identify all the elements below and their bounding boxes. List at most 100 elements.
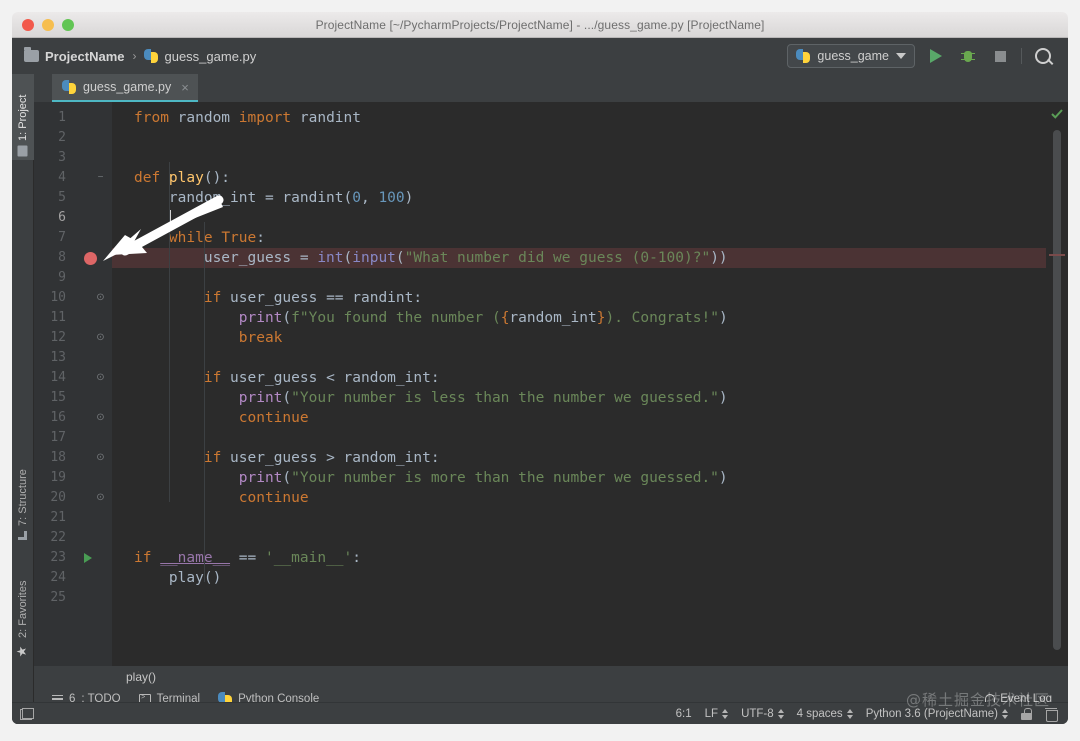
code-line[interactable]: print("Your number is less than the numb… <box>112 388 1046 408</box>
line-number: 8 <box>58 250 66 265</box>
code-line[interactable] <box>112 128 1046 148</box>
code-line[interactable]: print("Your number is more than the numb… <box>112 468 1046 488</box>
code-token: '__main__' <box>264 550 353 566</box>
code-token: ) <box>718 470 728 486</box>
folder-icon <box>24 47 39 62</box>
code-line[interactable]: break <box>112 328 1046 348</box>
code-token: play() <box>134 570 222 586</box>
main-toolbar: guess_game <box>787 44 1054 68</box>
debug-button[interactable] <box>957 45 979 67</box>
code-token: input <box>352 250 396 266</box>
chevron-down-icon <box>896 53 906 59</box>
code-token: user_guess > random_int: <box>230 450 440 466</box>
code-surface[interactable]: from random import randint def play(): ra… <box>112 102 1046 666</box>
run-gutter-icon[interactable] <box>84 553 92 563</box>
code-line[interactable]: from random import randint <box>112 108 1046 128</box>
code-line[interactable]: def play(): <box>112 168 1046 188</box>
code-token: ) <box>718 310 728 326</box>
line-number: 15 <box>50 390 66 405</box>
code-line[interactable]: if user_guess == randint: <box>112 288 1046 308</box>
code-token: user_guess = <box>134 250 318 266</box>
toggle-tool-windows-icon[interactable] <box>20 707 34 720</box>
code-line[interactable]: print(f"You found the number ({random_in… <box>112 308 1046 328</box>
breakpoint-icon[interactable] <box>84 252 97 265</box>
code-line[interactable]: user_guess = int(input("What number did … <box>112 248 1046 268</box>
close-icon[interactable]: × <box>181 80 189 95</box>
code-token: 100 <box>378 190 405 206</box>
toolbar-divider <box>1021 48 1022 64</box>
line-number: 21 <box>50 510 66 525</box>
status-encoding[interactable]: UTF-8 <box>741 708 784 720</box>
line-number: 14 <box>50 370 66 385</box>
line-number: 16 <box>50 410 66 425</box>
code-line[interactable] <box>112 428 1046 448</box>
breadcrumb: ProjectName › guess_game.py <box>24 47 256 64</box>
editor-breadcrumb-label[interactable]: play() <box>126 670 156 684</box>
trash-icon[interactable] <box>1044 707 1058 722</box>
code-fold-icon[interactable]: ⊙ <box>96 288 105 308</box>
breadcrumb-project[interactable]: ProjectName <box>24 47 125 64</box>
code-line[interactable]: if user_guess > random_int: <box>112 448 1046 468</box>
editor-right-bar[interactable] <box>1046 102 1068 666</box>
breadcrumb-file[interactable]: guess_game.py <box>144 49 256 64</box>
code-fold-icon[interactable]: − <box>96 168 105 188</box>
line-number: 7 <box>58 230 66 245</box>
code-line[interactable]: if __name__ == '__main__': <box>112 548 1046 568</box>
code-line[interactable] <box>112 148 1046 168</box>
code-editor[interactable]: 1 2 3 4−5 6 7 8 9 10 ⊙ 11 12 ⊙ 13 14 ⊙ 15 16 ⊙ 17 18 ⊙ 19 20 ⊙ 21… <box>34 102 1068 666</box>
ide-frame: ProjectName › guess_game.py guess_game 1… <box>12 38 1068 724</box>
code-token: "Your number is more than the number we … <box>291 470 719 486</box>
status-bar: 6:1 LF UTF-8 4 spaces Python 3.6 (Projec… <box>12 702 1068 724</box>
editor-scrollbar[interactable] <box>1053 130 1061 650</box>
status-encoding-label: UTF-8 <box>741 707 774 720</box>
inspection-ok-icon <box>1051 109 1063 119</box>
code-token: import <box>238 110 300 126</box>
chevron-updown-icon <box>846 708 853 719</box>
code-line[interactable] <box>112 348 1046 368</box>
code-line[interactable]: random_int = randint(0, 100) <box>112 188 1046 208</box>
code-line[interactable] <box>112 208 1046 228</box>
status-line-separator[interactable]: LF <box>705 708 729 720</box>
editor-gutter[interactable]: 1 2 3 4−5 6 7 8 9 10 ⊙ 11 12 ⊙ 13 14 ⊙ 15 16 ⊙ 17 18 ⊙ 19 20 ⊙ 21… <box>34 102 112 666</box>
code-token: print <box>238 390 283 406</box>
code-token: __name__ <box>160 550 231 566</box>
python-file-icon <box>144 49 159 63</box>
code-line[interactable]: play() <box>112 568 1046 588</box>
code-fold-icon[interactable]: ⊙ <box>96 488 105 508</box>
code-token: "You found the number ( <box>299 310 501 326</box>
code-line[interactable]: continue <box>112 408 1046 428</box>
code-fold-icon[interactable]: ⊙ <box>96 368 105 388</box>
run-configuration-selector[interactable]: guess_game <box>787 44 915 68</box>
code-line[interactable] <box>112 588 1046 608</box>
breadcrumb-project-label: ProjectName <box>45 48 125 64</box>
chevron-updown-icon <box>722 708 729 719</box>
search-everywhere-button[interactable] <box>1032 45 1054 67</box>
editor-tab-bar: guess_game.py × <box>34 74 1068 102</box>
code-line[interactable] <box>112 268 1046 288</box>
code-line[interactable]: if user_guess < random_int: <box>112 368 1046 388</box>
stop-button[interactable] <box>989 45 1011 67</box>
code-line[interactable] <box>112 528 1046 548</box>
line-number: 17 <box>50 430 66 445</box>
code-line[interactable] <box>112 508 1046 528</box>
lock-icon[interactable] <box>1021 707 1032 720</box>
code-token: randint <box>299 110 361 126</box>
navigation-bar: ProjectName › guess_game.py guess_game <box>12 38 1068 74</box>
breakpoint-marker[interactable] <box>1049 254 1065 256</box>
python-config-icon <box>796 49 811 63</box>
code-fold-icon[interactable]: ⊙ <box>96 448 105 468</box>
status-indent[interactable]: 4 spaces <box>797 708 853 720</box>
status-caret-position[interactable]: 6:1 <box>676 708 692 720</box>
code-line[interactable]: continue <box>112 488 1046 508</box>
code-line[interactable]: while True: <box>112 228 1046 248</box>
code-fold-icon[interactable]: ⊙ <box>96 408 105 428</box>
code-fold-icon[interactable]: ⊙ <box>96 328 105 348</box>
line-number: 10 <box>50 290 66 305</box>
line-number: 22 <box>50 530 66 545</box>
status-interpreter[interactable]: Python 3.6 (ProjectName) <box>866 708 1008 720</box>
code-token: True <box>221 230 257 246</box>
breadcrumb-separator-icon: › <box>132 49 137 63</box>
editor-tab-guess-game[interactable]: guess_game.py × <box>52 74 198 102</box>
run-button[interactable] <box>925 45 947 67</box>
